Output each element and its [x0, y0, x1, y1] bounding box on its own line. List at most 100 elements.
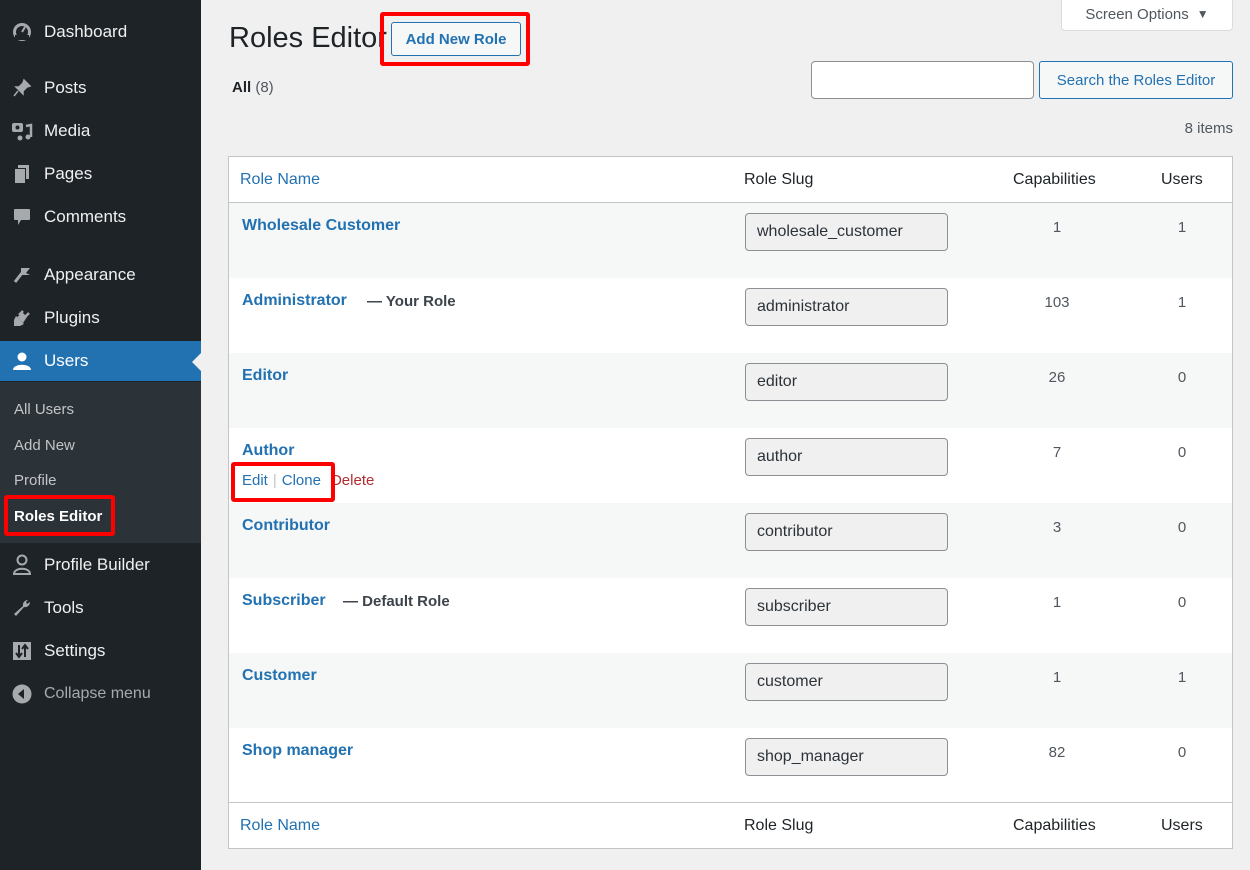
role-slug-field[interactable] [745, 738, 948, 776]
edit-link[interactable]: Edit [242, 472, 268, 489]
menu-label: Appearance [44, 265, 136, 284]
menu-label: Profile Builder [44, 555, 150, 574]
menu-users[interactable]: Users [0, 341, 201, 381]
role-name-link[interactable]: Contributor [242, 517, 330, 535]
table-row: Wholesale Customer 1 1 [229, 203, 1232, 278]
role-slug-field[interactable] [745, 213, 948, 251]
menu-profile-builder[interactable]: Profile Builder [0, 545, 201, 585]
capabilities-count: 7 [1052, 444, 1062, 461]
role-name-link[interactable]: Customer [242, 667, 317, 685]
search-input[interactable] [811, 61, 1034, 99]
add-new-role-button[interactable]: Add New Role [391, 22, 521, 56]
footer-column-capabilities: Capabilities [1013, 817, 1096, 834]
role-name-link[interactable]: Subscriber [242, 592, 326, 610]
role-name-link[interactable]: Author [242, 442, 294, 460]
capabilities-count: 1 [1052, 669, 1062, 686]
user-icon [10, 349, 34, 373]
table-row: Subscriber — Default Role 1 0 [229, 578, 1232, 653]
role-slug-field[interactable] [745, 513, 948, 551]
person-outline-icon [10, 553, 34, 577]
menu-pages[interactable]: Pages [0, 154, 201, 194]
menu-comments[interactable]: Comments [0, 197, 201, 237]
role-name-link[interactable]: Shop manager [242, 742, 353, 760]
table-row: Contributor 3 0 [229, 503, 1232, 578]
table-row: Customer 1 1 [229, 653, 1232, 728]
plug-icon [10, 306, 34, 330]
users-count: 1 [1177, 294, 1187, 311]
capabilities-count: 3 [1052, 519, 1062, 536]
submenu-roles-editor[interactable]: Roles Editor [14, 508, 102, 525]
brush-icon [10, 263, 34, 287]
menu-label: Media [44, 121, 91, 140]
delete-link[interactable]: Delete [331, 472, 374, 489]
role-slug-field[interactable] [745, 288, 948, 326]
role-slug-field[interactable] [745, 363, 948, 401]
capabilities-count: 82 [1048, 744, 1066, 761]
role-slug-field[interactable] [745, 663, 948, 701]
media-icon [10, 119, 34, 143]
column-users: Users [1161, 171, 1203, 188]
menu-plugins[interactable]: Plugins [0, 298, 201, 338]
pages-icon [10, 162, 34, 186]
wrench-icon [10, 596, 34, 620]
dashboard-icon [10, 20, 34, 44]
users-submenu: All Users Add New Profile Roles Editor [0, 382, 201, 543]
menu-label: Pages [44, 164, 93, 183]
menu-media[interactable]: Media [0, 111, 201, 151]
menu-dashboard[interactable]: Dashboard [0, 12, 201, 52]
filter-all-count: (8) [255, 79, 274, 96]
capabilities-count: 103 [1044, 294, 1070, 311]
menu-posts[interactable]: Posts [0, 68, 201, 108]
table-footer: Role Name Role Slug Capabilities Users [229, 802, 1232, 848]
role-name-link[interactable]: Wholesale Customer [242, 217, 400, 235]
clone-link[interactable]: Clone [282, 472, 321, 489]
role-name-link[interactable]: Editor [242, 367, 288, 385]
column-capabilities: Capabilities [1013, 171, 1096, 188]
submenu-profile[interactable]: Profile [14, 472, 57, 489]
table-header: Role Name Role Slug Capabilities Users [229, 157, 1232, 203]
footer-column-users: Users [1161, 817, 1203, 834]
users-count: 0 [1177, 594, 1187, 611]
separator: | [272, 472, 277, 489]
menu-label: Plugins [44, 308, 100, 327]
role-slug-field[interactable] [745, 588, 948, 626]
comment-icon [10, 205, 34, 229]
pin-icon [10, 76, 34, 100]
users-count: 1 [1177, 219, 1187, 236]
caret-down-icon: ▼ [1196, 7, 1209, 21]
capabilities-count: 26 [1048, 369, 1066, 386]
column-role-slug: Role Slug [744, 171, 814, 188]
capabilities-count: 1 [1052, 594, 1062, 611]
search-roles-button[interactable]: Search the Roles Editor [1039, 61, 1233, 99]
screen-options-button[interactable]: Screen Options ▼ [1061, 0, 1233, 31]
collapse-menu-button[interactable]: Collapse menu [0, 674, 201, 714]
menu-label: Posts [44, 78, 87, 97]
menu-label: Tools [44, 598, 84, 617]
users-count: 0 [1177, 744, 1187, 761]
sliders-icon [10, 639, 34, 663]
row-actions: Edit | Clone Delete [242, 472, 374, 489]
submenu-add-new[interactable]: Add New [14, 437, 75, 454]
capabilities-count: 1 [1052, 219, 1062, 236]
table-row: Shop manager 82 0 [229, 728, 1232, 803]
users-count: 0 [1177, 369, 1187, 386]
filter-all-link[interactable]: All (8) [232, 79, 274, 96]
role-note: — Default Role [343, 593, 450, 610]
admin-sidebar: Dashboard Posts Media Pages Comments App… [0, 0, 201, 870]
submenu-all-users[interactable]: All Users [14, 401, 74, 418]
role-slug-field[interactable] [745, 438, 948, 476]
screen-options-label: Screen Options [1085, 5, 1189, 23]
users-count: 0 [1177, 519, 1187, 536]
menu-settings[interactable]: Settings [0, 631, 201, 671]
menu-appearance[interactable]: Appearance [0, 255, 201, 295]
users-count: 1 [1177, 669, 1187, 686]
filter-all-label: All [232, 79, 252, 96]
column-role-name[interactable]: Role Name [240, 171, 320, 189]
table-row: Editor 26 0 [229, 353, 1232, 428]
role-name-link[interactable]: Administrator [242, 292, 347, 310]
menu-tools[interactable]: Tools [0, 588, 201, 628]
footer-column-role-name[interactable]: Role Name [240, 817, 320, 835]
menu-label: Comments [44, 207, 127, 226]
roles-table: Role Name Role Slug Capabilities Users W… [228, 156, 1233, 849]
page-title: Roles Editor [229, 22, 387, 54]
